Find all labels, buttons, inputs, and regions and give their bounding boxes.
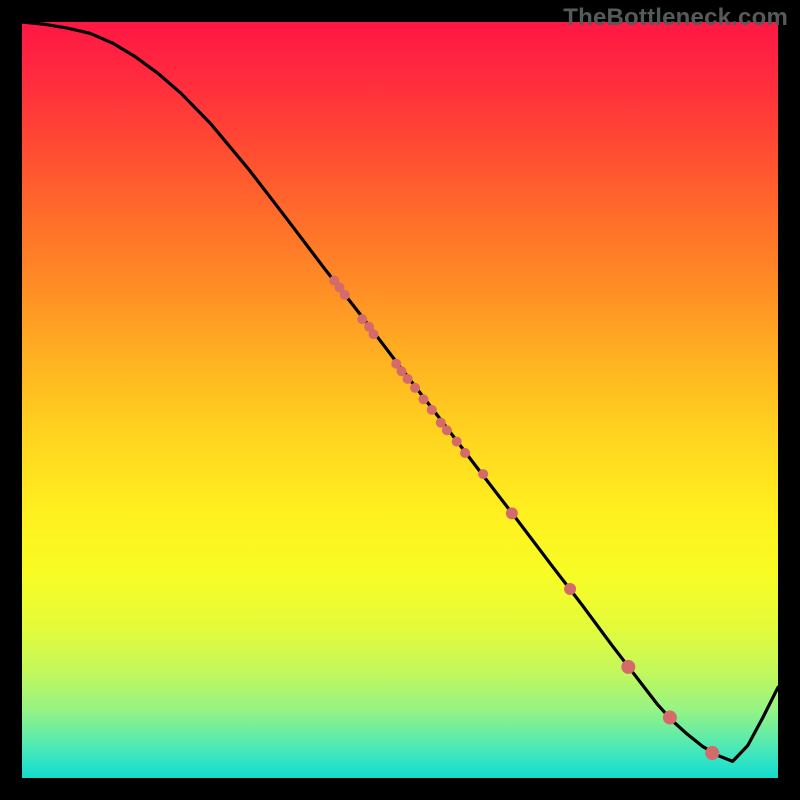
marker-point — [506, 507, 518, 519]
chart-stage: TheBottleneck.com — [0, 0, 800, 800]
marker-point — [427, 405, 437, 415]
marker-point — [564, 583, 576, 595]
marker-point — [705, 746, 719, 760]
marker-point — [460, 448, 470, 458]
marker-point — [418, 394, 428, 404]
marker-point — [621, 660, 635, 674]
plot-area — [22, 22, 778, 778]
marker-point — [369, 329, 379, 339]
watermark-text: TheBottleneck.com — [563, 4, 788, 32]
marker-point — [452, 437, 462, 447]
marker-point — [403, 374, 413, 384]
chart-svg — [22, 22, 778, 778]
marker-point — [442, 425, 452, 435]
marker-point — [410, 383, 420, 393]
marker-point — [340, 290, 350, 300]
marker-point — [357, 314, 367, 324]
marker-point — [663, 711, 677, 725]
marker-point — [478, 469, 488, 479]
gradient-background — [22, 22, 778, 778]
